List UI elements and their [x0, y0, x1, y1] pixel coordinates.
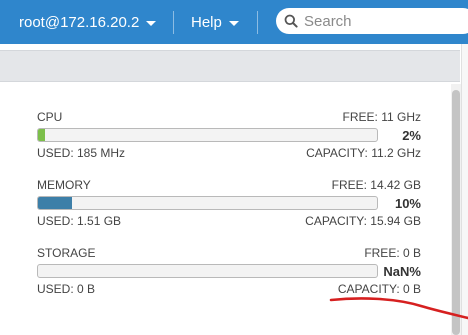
storage-capacity: CAPACITY: 0 B [337, 282, 421, 296]
memory-usage-fill [38, 197, 72, 209]
cpu-title: CPU [37, 110, 63, 124]
cpu-usage-fill [38, 129, 45, 141]
cpu-capacity: CAPACITY: 11.2 GHz [306, 146, 421, 160]
help-menu[interactable]: Help [191, 0, 239, 44]
storage-meter: STORAGE FREE: 0 B NaN% USED: 0 B CAPACIT… [37, 246, 421, 296]
panel-edge [461, 44, 468, 335]
memory-meter: MEMORY FREE: 14.42 GB 10% USED: 1.51 GB … [37, 178, 421, 228]
header-divider [257, 11, 258, 34]
cpu-usage-bar [37, 128, 378, 142]
toolbar-strip [0, 50, 460, 82]
memory-usage-bar [37, 196, 378, 210]
scrollbar-thumb[interactable] [452, 90, 460, 335]
help-menu-label: Help [191, 13, 222, 31]
header-divider [173, 11, 174, 34]
cpu-percent: 2% [402, 128, 421, 143]
memory-percent: 10% [394, 196, 421, 211]
chevron-down-icon [146, 20, 157, 26]
storage-title: STORAGE [37, 246, 96, 260]
storage-used: USED: 0 B [37, 282, 96, 296]
top-header-bar: root@172.16.20.2 Help [0, 0, 468, 44]
storage-usage-bar [37, 264, 378, 278]
memory-title: MEMORY [37, 178, 91, 192]
chevron-down-icon [228, 20, 239, 26]
user-menu[interactable]: root@172.16.20.2 [19, 0, 157, 44]
cpu-free: FREE: 11 GHz [342, 110, 421, 124]
storage-free: FREE: 0 B [364, 246, 421, 260]
search-input[interactable] [304, 12, 464, 30]
cpu-meter: CPU FREE: 11 GHz 2% USED: 185 MHz CAPACI… [37, 110, 421, 160]
memory-used: USED: 1.51 GB [37, 214, 122, 228]
storage-percent: NaN% [383, 264, 421, 279]
search-icon [284, 14, 298, 28]
cpu-used: USED: 185 MHz [37, 146, 126, 160]
memory-capacity: CAPACITY: 15.94 GB [305, 214, 421, 228]
user-menu-label: root@172.16.20.2 [19, 13, 140, 31]
search-box[interactable] [276, 8, 468, 34]
memory-free: FREE: 14.42 GB [331, 178, 421, 192]
